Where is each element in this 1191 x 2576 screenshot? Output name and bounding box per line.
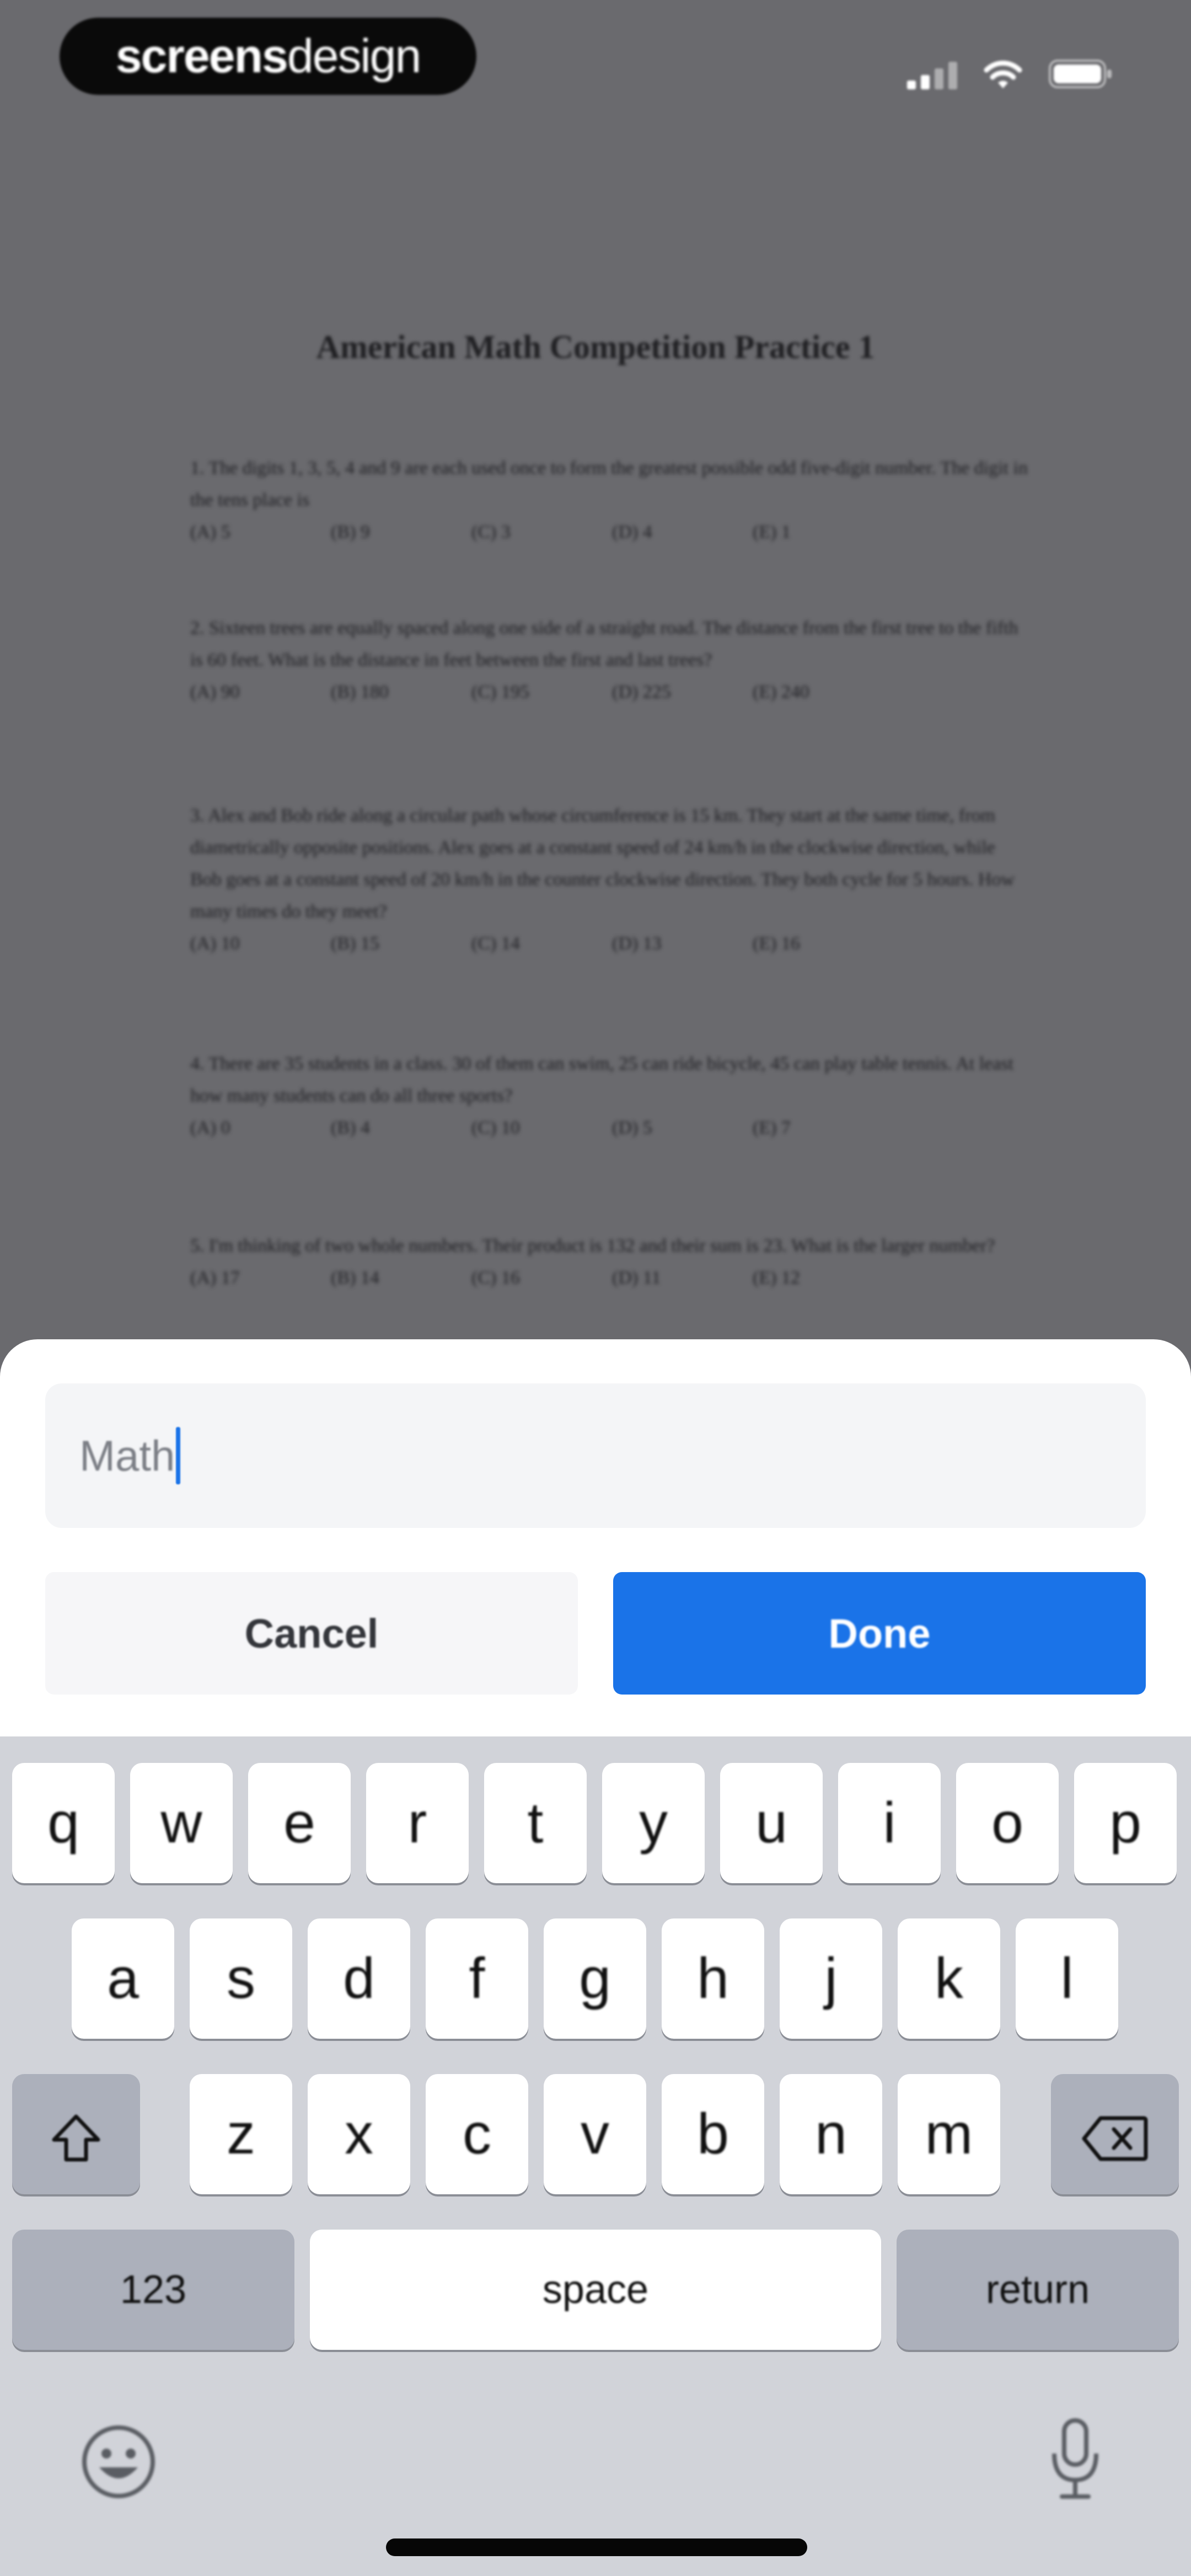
choice: (E) 1 <box>753 522 791 542</box>
key-g[interactable]: g <box>544 1918 646 2039</box>
choice: (E) 7 <box>753 1118 791 1138</box>
choice: (D) 11 <box>612 1268 661 1288</box>
choice: (C) 14 <box>471 933 520 954</box>
choice: (E) 240 <box>753 682 809 702</box>
name-input[interactable]: Math <box>45 1383 1146 1528</box>
cancel-label: Cancel <box>244 1611 379 1656</box>
battery-icon <box>1049 60 1112 88</box>
key-z[interactable]: z <box>190 2074 292 2194</box>
cellular-signal-icon <box>907 61 957 89</box>
key-x[interactable]: x <box>308 2074 410 2194</box>
key-q[interactable]: q <box>12 1763 115 1883</box>
key-b[interactable]: b <box>662 2074 764 2194</box>
choice: (D) 4 <box>612 522 652 542</box>
choice: (A) 5 <box>190 522 230 542</box>
question-choices: (A) 0 (B) 4 (C) 10 (D) 5 (E) 7 <box>190 1112 1028 1144</box>
key-v[interactable]: v <box>544 2074 646 2194</box>
done-button[interactable]: Done <box>613 1572 1146 1695</box>
key-i[interactable]: i <box>838 1763 941 1883</box>
shift-key[interactable] <box>12 2074 140 2194</box>
shift-icon <box>52 2114 100 2162</box>
choice: (B) 14 <box>331 1268 379 1288</box>
question-text: 5. I'm thinking of two whole numbers. Th… <box>190 1236 995 1256</box>
done-label: Done <box>828 1611 931 1656</box>
key-y[interactable]: y <box>602 1763 705 1883</box>
brand-logo: screensdesign <box>60 18 476 95</box>
wifi-icon <box>984 60 1022 88</box>
key-e[interactable]: e <box>248 1763 351 1883</box>
key-s[interactable]: s <box>190 1918 292 2039</box>
choice: (C) 10 <box>471 1118 520 1138</box>
key-c[interactable]: c <box>426 2074 528 2194</box>
return-key[interactable]: return <box>897 2230 1179 2350</box>
choice: (A) 17 <box>190 1268 240 1288</box>
space-key[interactable]: space <box>310 2230 881 2350</box>
numbers-key[interactable]: 123 <box>12 2230 294 2350</box>
choice: (C) 16 <box>471 1268 520 1288</box>
key-u[interactable]: u <box>720 1763 823 1883</box>
question-4: 4. There are 35 students in a class. 30 … <box>190 1048 1028 1144</box>
question-choices: (A) 5 (B) 9 (C) 3 (D) 4 (E) 1 <box>190 516 1028 548</box>
text-cursor <box>176 1427 181 1484</box>
choice: (E) 12 <box>753 1268 800 1288</box>
document-title: American Math Competition Practice 1 <box>316 329 875 365</box>
key-j[interactable]: j <box>780 1918 882 2039</box>
question-2: 2. Sixteen trees are equally spaced alon… <box>190 612 1028 708</box>
question-text: 3. Alex and Bob ride along a circular pa… <box>190 805 1015 922</box>
choice: (D) 225 <box>612 682 671 702</box>
emoji-icon[interactable] <box>77 2420 160 2503</box>
key-h[interactable]: h <box>662 1918 764 2039</box>
brand-light: design <box>287 30 421 83</box>
rename-sheet: Math Cancel Done <box>0 1339 1191 1736</box>
choice: (B) 9 <box>331 522 370 542</box>
keyboard: q w e r t y u i o p a s d f g h j k l z … <box>0 1736 1191 2576</box>
key-l[interactable]: l <box>1016 1918 1118 2039</box>
key-d[interactable]: d <box>308 1918 410 2039</box>
key-w[interactable]: w <box>130 1763 233 1883</box>
key-a[interactable]: a <box>72 1918 174 2039</box>
question-3: 3. Alex and Bob ride along a circular pa… <box>190 800 1028 960</box>
delete-key[interactable] <box>1051 2074 1179 2194</box>
question-1: 1. The digits 1, 3, 5, 4 and 9 are each … <box>190 452 1028 548</box>
choice: (B) 15 <box>331 933 379 954</box>
choice: (C) 195 <box>471 682 529 702</box>
key-k[interactable]: k <box>898 1918 1000 2039</box>
name-input-value: Math <box>79 1431 175 1480</box>
key-t[interactable]: t <box>484 1763 587 1883</box>
question-text: 2. Sixteen trees are equally spaced alon… <box>190 618 1018 670</box>
choice: (D) 13 <box>612 933 662 954</box>
question-text: 4. There are 35 students in a class. 30 … <box>190 1054 1014 1106</box>
delete-icon <box>1082 2116 1148 2161</box>
question-5: 5. I'm thinking of two whole numbers. Th… <box>190 1230 1028 1294</box>
status-icons <box>907 51 1114 89</box>
status-bar: screensdesign <box>0 0 1191 116</box>
choice: (B) 180 <box>331 682 389 702</box>
question-choices: (A) 90 (B) 180 (C) 195 (D) 225 (E) 240 <box>190 676 1028 708</box>
choice: (A) 0 <box>190 1118 230 1138</box>
key-p[interactable]: p <box>1074 1763 1177 1883</box>
question-choices: (A) 10 (B) 15 (C) 14 (D) 13 (E) 16 <box>190 928 1028 960</box>
microphone-icon[interactable] <box>1042 2415 1108 2503</box>
document-background: American Math Competition Practice 1 1. … <box>0 0 1191 1357</box>
key-r[interactable]: r <box>366 1763 469 1883</box>
cancel-button[interactable]: Cancel <box>45 1572 578 1695</box>
choice: (E) 16 <box>753 933 800 954</box>
brand-bold: screens <box>115 30 288 83</box>
choice: (A) 10 <box>190 933 240 954</box>
question-choices: (A) 17 (B) 14 (C) 16 (D) 11 (E) 12 <box>190 1262 1028 1294</box>
key-o[interactable]: o <box>956 1763 1059 1883</box>
choice: (B) 4 <box>331 1118 370 1138</box>
choice: (A) 90 <box>190 682 240 702</box>
key-m[interactable]: m <box>898 2074 1000 2194</box>
question-text: 1. The digits 1, 3, 5, 4 and 9 are each … <box>190 458 1028 510</box>
key-n[interactable]: n <box>780 2074 882 2194</box>
key-f[interactable]: f <box>426 1918 528 2039</box>
home-indicator[interactable] <box>386 2538 807 2556</box>
choice: (C) 3 <box>471 522 511 542</box>
choice: (D) 5 <box>612 1118 652 1138</box>
